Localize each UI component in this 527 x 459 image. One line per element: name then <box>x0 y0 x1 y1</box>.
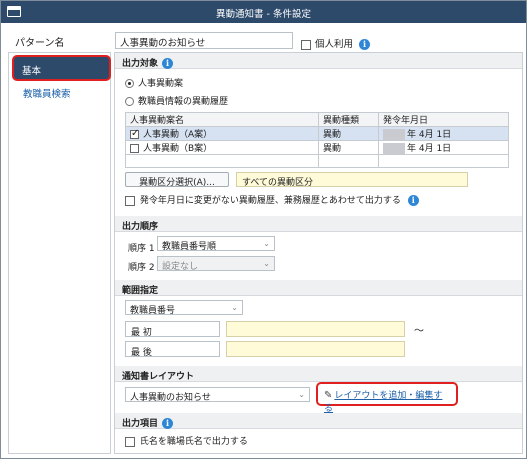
row-name-cell: 人事異動（B案） <box>125 140 319 155</box>
layout-select[interactable]: 人事異動のお知らせ ⌄ <box>125 387 310 403</box>
order1-label: 順序 1 <box>128 244 155 254</box>
row-name-cell: 人事異動（A案） <box>125 126 319 141</box>
main-panel: 出力対象 i 人事異動案 教職員情報の異動履歴 人事異動案名 異動種類 発令年月日… <box>114 52 523 454</box>
window-title: 異動通知書 - 条件設定 <box>216 9 311 20</box>
chevron-down-icon: ⌄ <box>298 390 305 399</box>
info-icon[interactable]: i <box>162 58 174 69</box>
chevron-down-icon: ⌄ <box>263 259 270 268</box>
personal-use-label: 個人利用 <box>315 39 354 50</box>
section-range: 範囲指定 <box>115 280 522 296</box>
pattern-name-input[interactable]: 人事異動のお知らせ <box>115 32 293 49</box>
column-header-type[interactable]: 異動種類 <box>318 112 379 127</box>
workplace-name-label: 氏名を職場氏名で出力する <box>139 437 248 447</box>
order2-value: 設定なし <box>162 262 199 272</box>
category-select-button[interactable]: 異動区分選択(A)... <box>125 172 229 188</box>
workplace-name-option[interactable]: 氏名を職場氏名で出力する <box>125 434 248 447</box>
column-header-name[interactable]: 人事異動案名 <box>125 112 319 127</box>
range-first-label: 最 初 <box>125 321 220 338</box>
section-layout: 通知書レイアウト <box>115 366 522 382</box>
info-icon[interactable]: i <box>359 39 371 50</box>
also-output-label: 発令年月日に変更がない異動履歴、兼務履歴とあわせて出力する <box>139 196 401 206</box>
row-type: 異動 <box>318 126 379 141</box>
pattern-name-label: パターン名 <box>15 38 65 49</box>
edit-layout-link-label: レイアウトを追加・編集する <box>324 391 443 414</box>
sidebar-item-staff-search[interactable]: 教職員検索 <box>14 80 109 102</box>
chevron-down-icon: ⌄ <box>231 303 238 312</box>
section-title: 出力対象 <box>122 59 159 69</box>
table-row[interactable]: 人事異動（A案） 異動 年 4月 1日 <box>125 126 509 141</box>
radio-label: 人事異動案 <box>138 79 184 89</box>
range-last-input[interactable] <box>226 341 405 357</box>
also-output-checkbox[interactable] <box>125 195 135 206</box>
redacted-year <box>383 143 405 154</box>
row-name: 人事異動（A案） <box>143 130 213 140</box>
section-title: 出力順序 <box>122 222 159 232</box>
info-icon[interactable]: i <box>162 418 174 429</box>
table-row-empty <box>125 154 509 168</box>
section-output-target: 出力対象 i <box>115 53 522 69</box>
row-date-cell: 年 4月 1日 <box>378 126 509 141</box>
radio-staff-history[interactable]: 教職員情報の異動履歴 <box>125 94 228 107</box>
radio-personnel-plan[interactable]: 人事異動案 <box>125 76 183 89</box>
title-bar: 異動通知書 - 条件設定 <box>1 1 526 23</box>
row-type: 異動 <box>318 140 379 155</box>
range-tilde: ～ <box>414 326 424 337</box>
column-header-date[interactable]: 発令年月日 <box>378 112 509 127</box>
edit-icon: ✎ <box>324 390 333 401</box>
range-field-select[interactable]: 教職員番号 ⌄ <box>125 300 243 316</box>
info-icon[interactable]: i <box>407 195 419 206</box>
layout-value: 人事異動のお知らせ <box>130 393 211 403</box>
dialog-window: 異動通知書 - 条件設定 パターン名 人事異動のお知らせ 個人利用 i 基本 教職… <box>0 0 527 459</box>
also-output-option[interactable]: 発令年月日に変更がない異動履歴、兼務履歴とあわせて出力する i <box>125 193 419 206</box>
chevron-down-icon: ⌄ <box>263 239 270 248</box>
section-title: 通知書レイアウト <box>122 372 195 382</box>
row-date: 年 4月 1日 <box>407 144 452 154</box>
radio-button[interactable] <box>125 97 134 106</box>
section-output-items: 出力項目 i <box>115 413 522 429</box>
redacted-year <box>383 129 405 140</box>
order2-label: 順序 2 <box>128 263 155 273</box>
range-field-value: 教職員番号 <box>130 306 176 316</box>
personal-use-checkbox[interactable] <box>301 39 311 50</box>
sidebar-item-basic[interactable]: 基本 <box>12 55 111 81</box>
section-title: 出力項目 <box>122 419 159 429</box>
workplace-name-checkbox[interactable] <box>125 436 135 447</box>
row-checkbox[interactable] <box>130 128 139 139</box>
table-row[interactable]: 人事異動（B案） 異動 年 4月 1日 <box>125 140 509 155</box>
range-last-label: 最 後 <box>125 341 220 358</box>
table-header-row: 人事異動案名 異動種類 発令年月日 <box>125 112 509 127</box>
all-categories-field: すべての異動区分 <box>236 172 468 188</box>
pattern-row: パターン名 人事異動のお知らせ 個人利用 i <box>1 23 526 53</box>
section-output-order: 出力順序 <box>115 216 522 232</box>
row-date-cell: 年 4月 1日 <box>378 140 509 155</box>
order1-value: 教職員番号順 <box>162 242 217 252</box>
row-date: 年 4月 1日 <box>407 130 452 140</box>
radio-button[interactable] <box>125 79 134 88</box>
range-first-input[interactable] <box>226 321 405 337</box>
order1-select[interactable]: 教職員番号順 ⌄ <box>157 236 275 252</box>
personal-use-option[interactable]: 個人利用 i <box>301 36 371 50</box>
row-checkbox[interactable] <box>130 144 139 153</box>
personnel-plan-table: 人事異動案名 異動種類 発令年月日 人事異動（A案） 異動 年 4月 1日 人事… <box>125 112 509 168</box>
section-title: 範囲指定 <box>122 286 159 296</box>
edit-layout-link[interactable]: ✎ レイアウトを追加・編集する <box>316 382 458 414</box>
sidebar: 基本 教職員検索 <box>8 52 111 454</box>
order2-select[interactable]: 設定なし ⌄ <box>157 256 275 272</box>
row-name: 人事異動（B案） <box>143 144 213 154</box>
radio-label: 教職員情報の異動履歴 <box>138 97 229 107</box>
